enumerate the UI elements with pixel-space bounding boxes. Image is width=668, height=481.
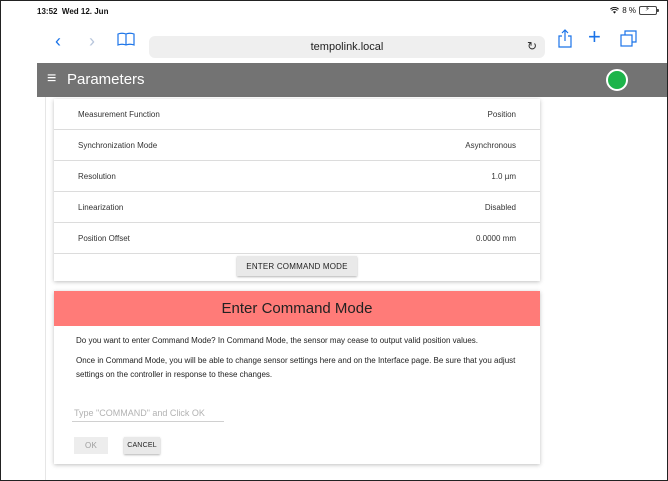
- enter-command-wrap: ENTER COMMAND MODE: [54, 256, 540, 276]
- parameter-value: 0.0000 mm: [475, 233, 516, 243]
- tabs-icon[interactable]: [620, 30, 637, 47]
- parameter-label: Synchronization Mode: [78, 140, 158, 150]
- battery-percent: 8 %: [622, 6, 636, 15]
- chevron-right-icon[interactable]: ›: [89, 32, 95, 50]
- book-icon[interactable]: [117, 32, 135, 47]
- ok-button[interactable]: OK: [74, 437, 108, 454]
- parameter-row: Measurement Function Position: [54, 99, 540, 130]
- browser-toolbar: ‹ › tempolink.local ↻ +: [37, 18, 667, 63]
- command-input[interactable]: [72, 405, 224, 422]
- dialog-title: Enter Command Mode: [54, 291, 540, 326]
- parameter-row: Synchronization Mode Asynchronous: [54, 130, 540, 161]
- parameter-row: Resolution 1.0 µm: [54, 161, 540, 192]
- url-text: tempolink.local: [310, 41, 384, 53]
- hamburger-icon[interactable]: ≡: [47, 71, 56, 87]
- screen-frame: 13:52 Wed 12. Jun 8 % ⚡ ‹ › tempolink.lo…: [0, 0, 668, 481]
- address-bar[interactable]: tempolink.local ↻: [149, 36, 545, 58]
- reload-icon[interactable]: ↻: [527, 39, 537, 53]
- cancel-button[interactable]: CANCEL: [124, 437, 160, 454]
- parameter-label: Linearization: [78, 202, 124, 212]
- wifi-icon: [610, 7, 620, 14]
- share-icon[interactable]: [558, 29, 572, 48]
- parameters-card: Measurement Function Position Synchroniz…: [54, 99, 540, 281]
- dialog-message-detail: Once in Command Mode, you will be able t…: [76, 356, 516, 379]
- status-right: 8 % ⚡: [610, 6, 659, 15]
- app-bar: ≡ Parameters: [37, 63, 667, 97]
- connection-status-indicator: [606, 69, 628, 91]
- parameter-label: Position Offset: [78, 233, 130, 243]
- dialog-message: Do you want to enter Command Mode? In Co…: [76, 336, 478, 345]
- parameter-value: Asynchronous: [465, 140, 516, 150]
- parameter-label: Resolution: [78, 171, 116, 181]
- page-title: Parameters: [67, 71, 145, 88]
- status-time: 13:52 Wed 12. Jun: [37, 7, 109, 16]
- parameter-value: 1.0 µm: [491, 171, 516, 181]
- parameter-value: Disabled: [484, 202, 516, 212]
- chevron-left-icon[interactable]: ‹: [55, 32, 61, 50]
- enter-command-dialog: Enter Command Mode Do you want to enter …: [54, 291, 540, 464]
- battery-icon: ⚡: [639, 6, 659, 15]
- parameter-row: Position Offset 0.0000 mm: [54, 223, 540, 254]
- parameter-value: Position: [487, 109, 516, 119]
- plus-icon[interactable]: +: [588, 26, 601, 48]
- parameter-label: Measurement Function: [78, 109, 160, 119]
- enter-command-mode-button[interactable]: ENTER COMMAND MODE: [237, 256, 357, 276]
- status-bar: 13:52 Wed 12. Jun 8 % ⚡: [37, 4, 659, 18]
- parameter-row: Linearization Disabled: [54, 192, 540, 223]
- content-divider: [45, 97, 46, 480]
